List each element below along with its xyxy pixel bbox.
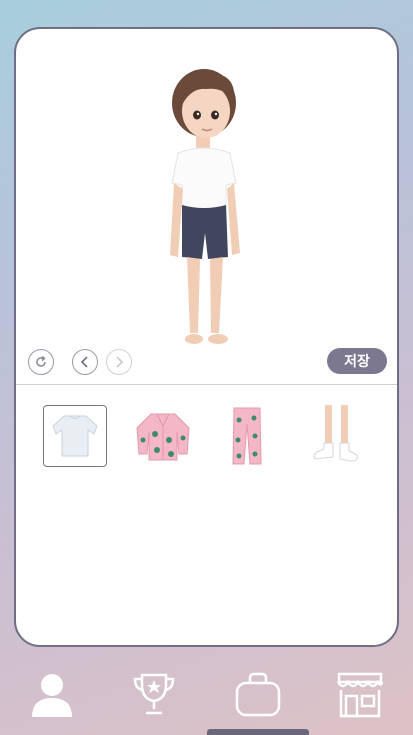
tab-avatar[interactable]: [26, 668, 78, 720]
pink-pajama-pants-icon: [232, 407, 262, 465]
clothing-item-socks[interactable]: [304, 405, 368, 467]
avatar-editor-card: 저장: [14, 27, 399, 647]
pink-pajama-top-icon: [136, 413, 190, 461]
white-long-sleeve-shirt-icon: [52, 415, 98, 457]
clothing-item-pajama-pants[interactable]: [215, 405, 279, 467]
avatar-figure[interactable]: [156, 65, 256, 361]
chevron-right-icon: [116, 356, 124, 368]
rotate-button[interactable]: [28, 349, 54, 375]
previous-button[interactable]: [72, 349, 98, 375]
next-button[interactable]: [106, 349, 132, 375]
trophy-icon: [133, 673, 175, 715]
white-socks-icon: [314, 405, 358, 462]
tab-bag[interactable]: [232, 668, 284, 720]
avatar-person-icon: [32, 674, 72, 717]
bag-icon: [235, 672, 281, 717]
store-icon: [336, 672, 384, 718]
avatar-stage[interactable]: 저장: [16, 29, 397, 384]
home-indicator: [207, 729, 309, 735]
save-button[interactable]: 저장: [327, 348, 387, 374]
rotate-icon: [36, 355, 46, 367]
tab-store[interactable]: [334, 668, 386, 720]
section-divider: [16, 384, 397, 385]
tab-trophy[interactable]: [128, 668, 180, 720]
bottom-tab-bar: [0, 660, 413, 735]
clothing-item-pajama-top[interactable]: [131, 405, 195, 467]
chevron-left-icon: [80, 356, 88, 368]
clothing-item-list: [16, 401, 397, 471]
clothing-item-shirt[interactable]: [43, 405, 107, 467]
